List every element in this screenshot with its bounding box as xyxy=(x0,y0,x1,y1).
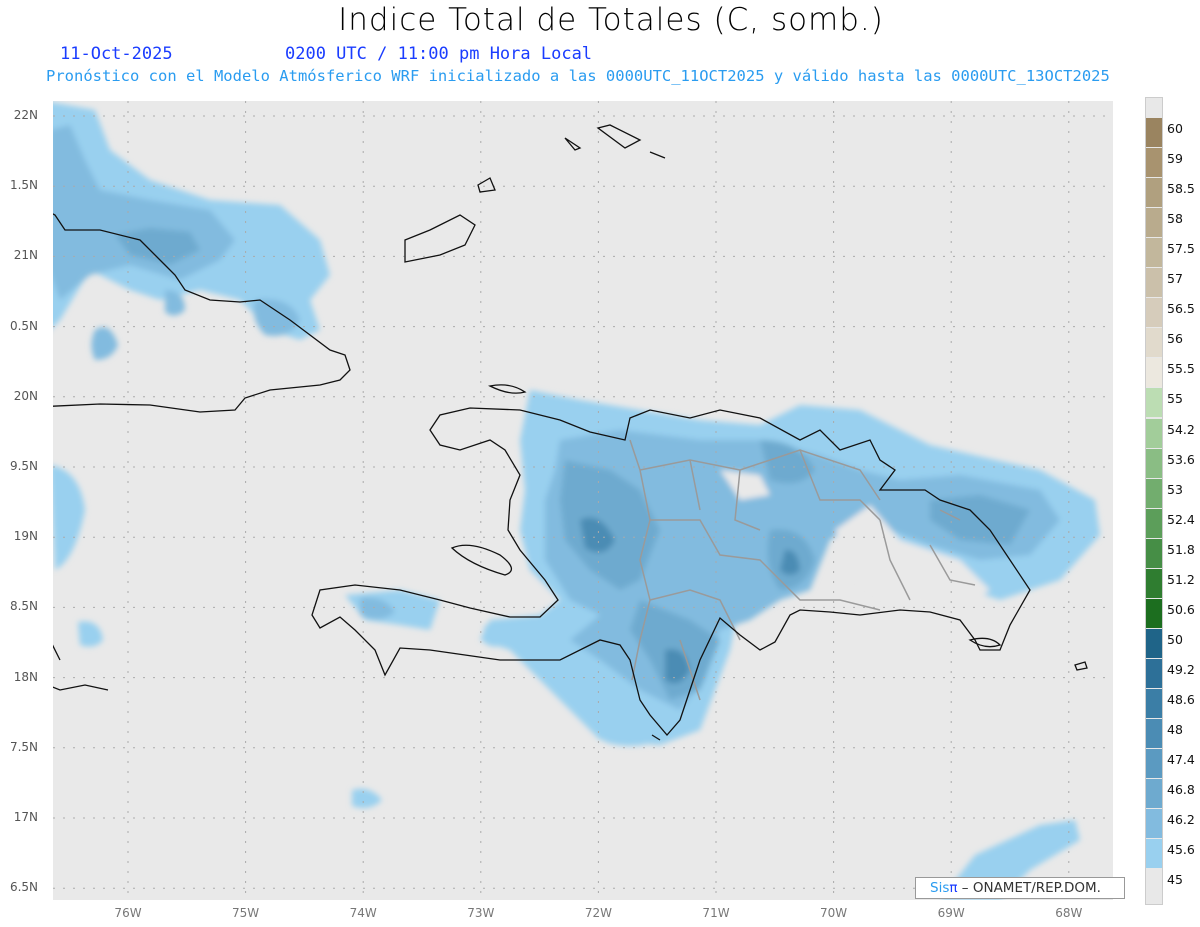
colorbar-swatch xyxy=(1146,178,1162,208)
map-canvas xyxy=(53,101,1113,900)
colorbar-swatch xyxy=(1146,208,1162,238)
lon-label: 70W xyxy=(820,906,848,920)
lon-label: 73W xyxy=(467,906,495,920)
colorbar-label: 48.6 xyxy=(1167,691,1195,707)
colorbar-swatch xyxy=(1146,598,1162,628)
lat-label: 1.5N xyxy=(9,178,38,193)
colorbar-label: 57 xyxy=(1167,271,1183,287)
colorbar-swatch xyxy=(1146,148,1162,178)
colorbar-label: 54.2 xyxy=(1167,421,1195,437)
colorbar-label: 57.5 xyxy=(1167,241,1195,257)
credit-sis: Sis xyxy=(930,880,950,896)
colorbar-swatch xyxy=(1146,238,1162,268)
colorbar-label: 46.2 xyxy=(1167,812,1195,828)
colorbar-swatch xyxy=(1146,508,1162,538)
colorbar-swatch xyxy=(1146,298,1162,328)
colorbar-swatch xyxy=(1146,568,1162,598)
lon-label: 74W xyxy=(349,906,377,920)
lat-label: 7.5N xyxy=(9,739,38,754)
colorbar-swatch xyxy=(1146,538,1162,568)
colorbar-label: 58.5 xyxy=(1167,181,1195,197)
colorbar-label: 56 xyxy=(1167,331,1183,347)
lat-label: 21N xyxy=(13,248,38,263)
colorbar-label: 50.6 xyxy=(1167,601,1195,617)
colorbar-label: 49.2 xyxy=(1167,661,1195,677)
lon-label: 71W xyxy=(702,906,730,920)
colorbar-label: 46.8 xyxy=(1167,782,1195,798)
colorbar-swatch xyxy=(1146,118,1162,148)
colorbar-label: 51.8 xyxy=(1167,541,1195,557)
credit-org: – ONAMET/REP.DOM. xyxy=(961,880,1101,896)
lon-label: 76W xyxy=(114,906,142,920)
colorbar-label: 52.4 xyxy=(1167,511,1195,527)
colorbar-swatch xyxy=(1146,779,1162,809)
colorbar-label: 60 xyxy=(1167,121,1183,136)
lat-label: 22N xyxy=(13,108,38,122)
colorbar xyxy=(1145,97,1163,905)
colorbar-label: 53.6 xyxy=(1167,451,1195,467)
colorbar-swatch xyxy=(1146,749,1162,779)
lon-label: 75W xyxy=(232,906,260,920)
lat-label: 9.5N xyxy=(9,459,38,473)
colorbar-swatch xyxy=(1146,809,1162,839)
colorbar-label: 56.5 xyxy=(1167,301,1195,317)
colorbar-label: 45 xyxy=(1167,872,1183,888)
colorbar-label: 58 xyxy=(1167,211,1183,227)
lat-label: 6.5N xyxy=(9,880,38,895)
lat-label: 19N xyxy=(13,529,38,544)
colorbar-label: 48 xyxy=(1167,722,1183,737)
colorbar-swatch xyxy=(1146,839,1162,869)
colorbar-label: 55.5 xyxy=(1167,361,1195,377)
colorbar-swatch xyxy=(1146,328,1162,358)
colorbar-label: 51.2 xyxy=(1167,571,1195,587)
colorbar-swatch xyxy=(1146,418,1162,448)
colorbar-swatch xyxy=(1146,628,1162,658)
colorbar-label: 53 xyxy=(1167,481,1183,497)
lat-label: 18N xyxy=(13,669,38,684)
colorbar-swatch xyxy=(1146,688,1162,718)
colorbar-swatch xyxy=(1146,478,1162,508)
colorbar-label: 59 xyxy=(1167,151,1183,167)
lon-label: 72W xyxy=(584,906,612,920)
colorbar-swatch xyxy=(1146,658,1162,688)
lon-label: 68W xyxy=(1055,906,1083,920)
lon-label: 69W xyxy=(937,906,965,920)
colorbar-swatch xyxy=(1146,268,1162,298)
lat-label: 17N xyxy=(13,810,38,824)
colorbar-label: 50 xyxy=(1167,631,1183,647)
credit-box: Sisπ – ONAMET/REP.DOM. xyxy=(915,877,1125,899)
colorbar-swatch xyxy=(1146,448,1162,478)
lat-label: 0.5N xyxy=(9,318,38,333)
colorbar-swatch xyxy=(1146,719,1162,749)
colorbar-label: 47.4 xyxy=(1167,752,1195,768)
colorbar-swatch xyxy=(1146,358,1162,388)
colorbar-label: 45.6 xyxy=(1167,842,1195,858)
colorbar-swatch xyxy=(1146,388,1162,418)
colorbar-label: 55 xyxy=(1167,391,1183,407)
lat-label: 20N xyxy=(13,388,38,403)
credit-pi-logo: π xyxy=(949,880,958,896)
lat-label: 8.5N xyxy=(9,599,38,614)
